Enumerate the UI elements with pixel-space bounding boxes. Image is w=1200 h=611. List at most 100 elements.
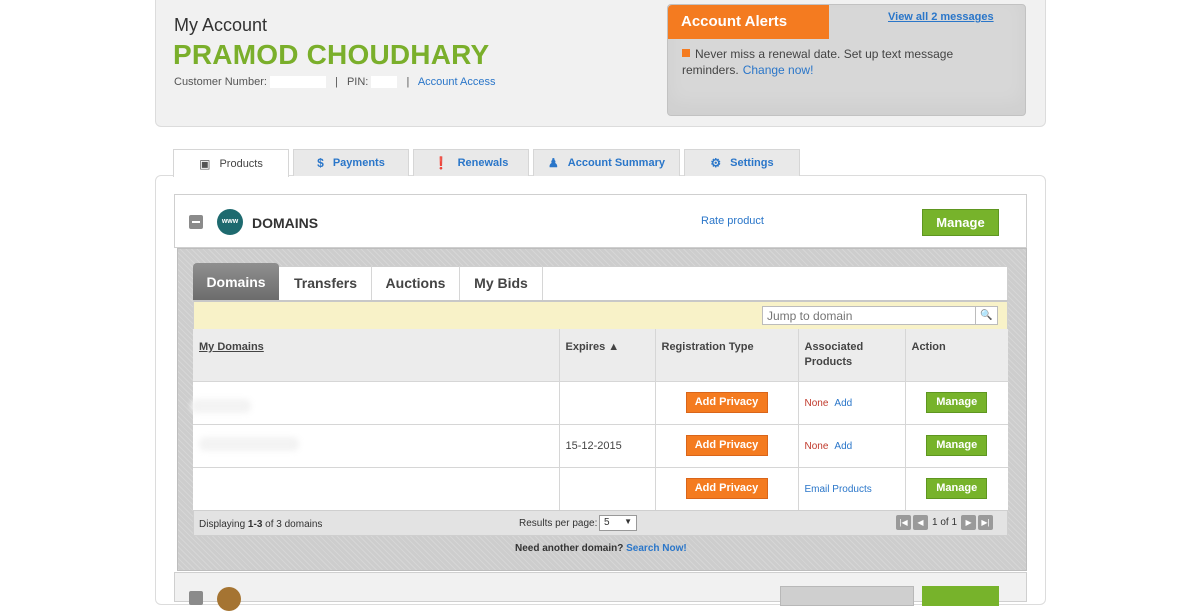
- search-icon[interactable]: 🔍: [975, 307, 997, 324]
- header-associated-products: Associated Products: [797, 329, 905, 382]
- person-icon: ♟: [548, 156, 559, 170]
- domains-product-card: www DOMAINS Rate product Manage: [174, 194, 1027, 248]
- expires-cell: [558, 467, 655, 511]
- table-row: Add Privacy None Add Manage: [191, 381, 1008, 425]
- subtab-auctions[interactable]: Auctions: [372, 266, 460, 300]
- tab-label: Payments: [332, 157, 385, 169]
- header-action: Action: [904, 329, 1008, 382]
- expires-cell: 15-12-2015: [558, 424, 655, 468]
- next-page-icon[interactable]: ▶: [961, 515, 977, 530]
- pin-redacted: [371, 76, 398, 89]
- add-privacy-button[interactable]: Add Privacy: [685, 392, 768, 413]
- jump-to-domain-input[interactable]: [762, 306, 998, 325]
- associated-add-link[interactable]: Add: [834, 441, 852, 452]
- header-registration-type: Registration Type: [654, 329, 798, 382]
- table-footer: Displaying 1-3 of 3 domains Results per …: [193, 510, 1008, 536]
- associated-add-link[interactable]: Add: [834, 398, 852, 409]
- manage-button[interactable]: Manage: [926, 478, 988, 499]
- www-icon: www: [217, 209, 243, 235]
- tab-account-summary[interactable]: ♟ Account Summary: [533, 149, 680, 176]
- last-page-icon[interactable]: ▶|: [978, 515, 994, 530]
- domain-cell: [191, 381, 559, 425]
- dollar-icon: $: [317, 156, 324, 170]
- account-header: My Account PRAMOD CHOUDHARY Customer Num…: [155, 0, 1046, 127]
- action-cell: Manage: [904, 467, 1008, 511]
- tab-settings[interactable]: ⚙ Settings: [684, 149, 800, 176]
- action-cell: Manage: [904, 424, 1008, 468]
- results-per-page-select[interactable]: 5 ▼: [599, 515, 637, 531]
- collapse-icon[interactable]: [189, 215, 203, 229]
- change-now-link[interactable]: Change now!: [743, 63, 814, 77]
- tab-label: Settings: [730, 157, 774, 169]
- registration-cell: Add Privacy: [654, 467, 798, 511]
- associated-cell: None Add: [797, 381, 905, 425]
- chevron-down-icon: ▼: [624, 517, 632, 526]
- associated-cell: None Add: [797, 424, 905, 468]
- domain-cell: [193, 424, 559, 468]
- table-row: Add Privacy Email Products Manage: [193, 467, 1008, 511]
- rate-product-link[interactable]: Rate product: [701, 215, 764, 227]
- next-product-card: [174, 572, 1027, 611]
- search-now-link[interactable]: Search Now!: [626, 543, 687, 554]
- tab-label: Products: [219, 157, 263, 170]
- account-alerts-panel: Account Alerts View all 2 messages Never…: [667, 4, 1026, 116]
- alert-message: Never miss a renewal date. Set up text m…: [682, 46, 1012, 78]
- subtab-my-bids[interactable]: My Bids: [460, 266, 543, 300]
- manage-button[interactable]: [922, 586, 999, 606]
- pin-label: PIN:: [346, 76, 369, 88]
- associated-none: None: [804, 440, 829, 452]
- manage-button[interactable]: Manage: [926, 392, 988, 413]
- page-status: 1 of 1: [932, 517, 958, 528]
- subtab-transfers[interactable]: Transfers: [280, 266, 372, 300]
- secondary-button[interactable]: [780, 586, 914, 606]
- page-title: My Account: [174, 15, 268, 35]
- domain-redacted: [199, 437, 299, 451]
- separator: |: [335, 76, 338, 88]
- alert-text: Never miss a renewal date. Set up text m…: [682, 47, 954, 77]
- action-cell: Manage: [904, 381, 1008, 425]
- tab-payments[interactable]: $ Payments: [293, 149, 409, 176]
- displaying-range: 1-3: [247, 519, 263, 530]
- tab-label: Renewals: [457, 157, 509, 169]
- separator: |: [406, 76, 410, 88]
- manage-button[interactable]: Manage: [926, 435, 988, 456]
- first-page-icon[interactable]: |◀: [896, 515, 911, 530]
- customer-info: Customer Number: | PIN: | Account Access: [174, 76, 496, 89]
- registration-cell: Add Privacy: [654, 424, 798, 468]
- tab-label: Account Summary: [567, 157, 665, 169]
- product-title: DOMAINS: [252, 215, 319, 231]
- add-privacy-button[interactable]: Add Privacy: [685, 435, 768, 456]
- collapse-icon[interactable]: [189, 591, 203, 605]
- product-icon: [217, 587, 241, 611]
- need-another-text: Need another domain?: [515, 543, 624, 554]
- table-row: 15-12-2015 Add Privacy None Add Manage: [193, 424, 1008, 468]
- customer-name: PRAMOD CHOUDHARY: [173, 39, 490, 70]
- displaying-suffix: of 3 domains: [262, 519, 323, 530]
- box-icon: ▣: [199, 156, 211, 171]
- domains-table: My Domains Expires ▲ Registration Type A…: [191, 329, 1008, 511]
- manage-domains-button[interactable]: Manage: [922, 209, 999, 236]
- gear-icon: ⚙: [710, 156, 722, 170]
- add-privacy-button[interactable]: Add Privacy: [685, 478, 768, 499]
- account-access-link[interactable]: Account Access: [418, 76, 496, 88]
- per-page-value: 5: [604, 517, 610, 528]
- domain-cell: [193, 467, 559, 511]
- domain-redacted: [191, 399, 251, 413]
- pagination: |◀ ◀ 1 of 1 ▶ ▶|: [896, 515, 994, 530]
- header-expires[interactable]: Expires ▲: [558, 329, 655, 382]
- associated-none: None: [804, 397, 829, 409]
- header-my-domains[interactable]: My Domains: [193, 329, 559, 382]
- displaying-count: Displaying 1-3 of 3 domains: [199, 519, 322, 530]
- results-per-page-label: Results per page:: [519, 518, 598, 529]
- view-all-messages-link[interactable]: View all 2 messages: [888, 11, 994, 23]
- alert-icon: [682, 49, 690, 57]
- prev-page-icon[interactable]: ◀: [913, 515, 928, 530]
- exclamation-icon: ❗: [433, 156, 449, 170]
- tab-renewals[interactable]: ❗ Renewals: [413, 149, 529, 176]
- tab-products[interactable]: ▣ Products: [173, 149, 289, 177]
- subtab-domains[interactable]: Domains: [193, 263, 279, 300]
- email-products-link[interactable]: Email Products: [805, 484, 872, 495]
- account-alerts-title: Account Alerts: [668, 5, 829, 39]
- registration-cell: Add Privacy: [654, 381, 798, 425]
- need-another-domain: Need another domain? Search Now!: [515, 543, 687, 554]
